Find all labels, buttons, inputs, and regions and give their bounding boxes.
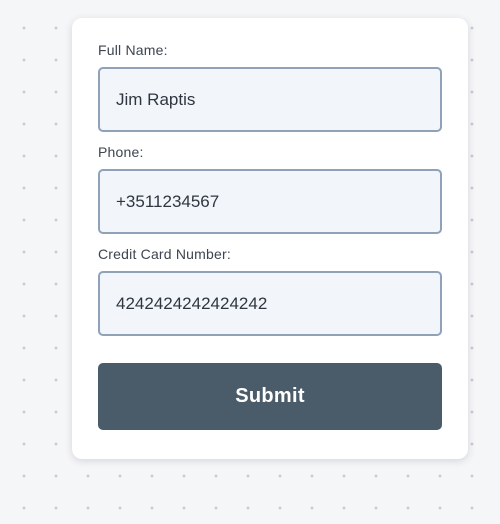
credit-card-field-group: Credit Card Number: bbox=[98, 246, 442, 336]
credit-card-input[interactable] bbox=[98, 271, 442, 336]
phone-input[interactable] bbox=[98, 169, 442, 234]
phone-field-group: Phone: bbox=[98, 144, 442, 234]
credit-card-label: Credit Card Number: bbox=[98, 246, 231, 262]
full-name-field-group: Full Name: bbox=[98, 42, 442, 132]
full-name-label: Full Name: bbox=[98, 42, 168, 58]
checkout-form-card: Full Name: Phone: Credit Card Number: Su… bbox=[72, 18, 468, 459]
submit-button[interactable]: Submit bbox=[98, 363, 442, 430]
full-name-input[interactable] bbox=[98, 67, 442, 132]
phone-label: Phone: bbox=[98, 144, 144, 160]
